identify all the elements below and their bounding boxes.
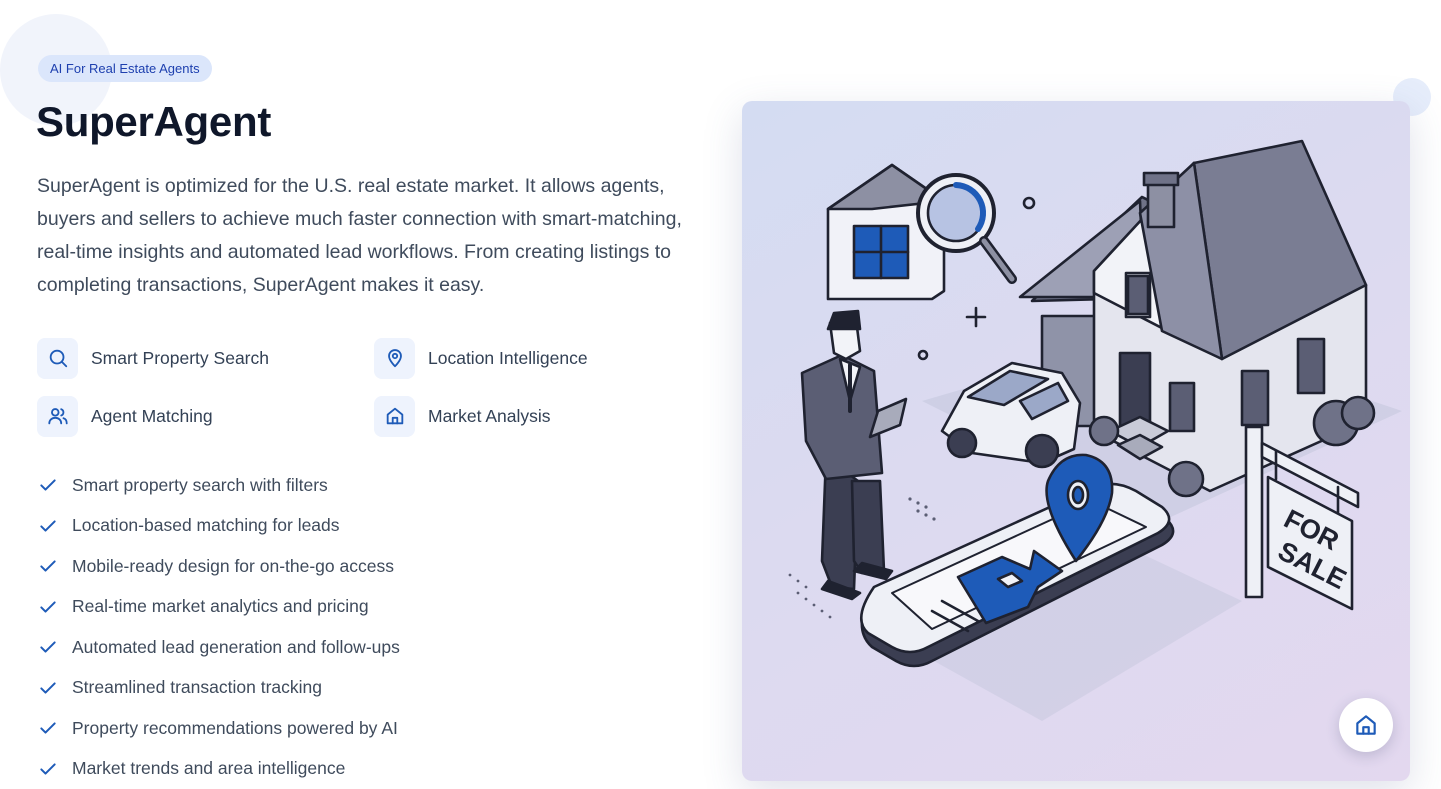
home-icon <box>374 396 415 437</box>
hero-badge: AI For Real Estate Agents <box>38 55 212 82</box>
feature-market-analysis: Market Analysis <box>374 395 551 437</box>
list-item: Real-time market analytics and pricing <box>36 587 400 628</box>
real-estate-illustration: FOR SALE <box>742 101 1410 781</box>
list-item: Smart property search with filters <box>36 465 400 506</box>
feature-label: Smart Property Search <box>91 348 269 369</box>
check-icon <box>36 554 60 578</box>
feature-smart-property-search: Smart Property Search <box>37 337 269 379</box>
page-title: SuperAgent <box>36 96 271 148</box>
check-icon <box>36 473 60 497</box>
list-item: Automated lead generation and follow-ups <box>36 627 400 668</box>
list-item: Market trends and area intelligence <box>36 749 400 789</box>
search-icon <box>37 338 78 379</box>
list-item: Property recommendations powered by AI <box>36 708 400 749</box>
feature-location-intelligence: Location Intelligence <box>374 337 588 379</box>
hero-description: SuperAgent is optimized for the U.S. rea… <box>37 170 697 302</box>
list-item: Mobile-ready design for on-the-go access <box>36 546 400 587</box>
list-item: Streamlined transaction tracking <box>36 668 400 709</box>
feature-label: Market Analysis <box>428 406 551 427</box>
list-item-text: Location-based matching for leads <box>72 515 340 536</box>
feature-label: Agent Matching <box>91 406 213 427</box>
map-pin-icon <box>374 338 415 379</box>
list-item-text: Market trends and area intelligence <box>72 758 345 779</box>
home-icon <box>1353 712 1379 738</box>
list-item-text: Smart property search with filters <box>72 475 328 496</box>
check-icon <box>36 514 60 538</box>
list-item-text: Mobile-ready design for on-the-go access <box>72 556 394 577</box>
hero-illustration: FOR SALE <box>742 101 1410 781</box>
check-icon <box>36 676 60 700</box>
check-icon <box>36 757 60 781</box>
list-item-text: Property recommendations powered by AI <box>72 718 398 739</box>
users-icon <box>37 396 78 437</box>
check-icon <box>36 595 60 619</box>
list-item: Location-based matching for leads <box>36 506 400 547</box>
list-item-text: Streamlined transaction tracking <box>72 677 322 698</box>
feature-agent-matching: Agent Matching <box>37 395 213 437</box>
check-icon <box>36 716 60 740</box>
benefits-checklist: Smart property search with filters Locat… <box>36 465 400 789</box>
list-item-text: Automated lead generation and follow-ups <box>72 637 400 658</box>
check-icon <box>36 635 60 659</box>
home-button[interactable] <box>1339 698 1393 752</box>
feature-label: Location Intelligence <box>428 348 588 369</box>
list-item-text: Real-time market analytics and pricing <box>72 596 369 617</box>
